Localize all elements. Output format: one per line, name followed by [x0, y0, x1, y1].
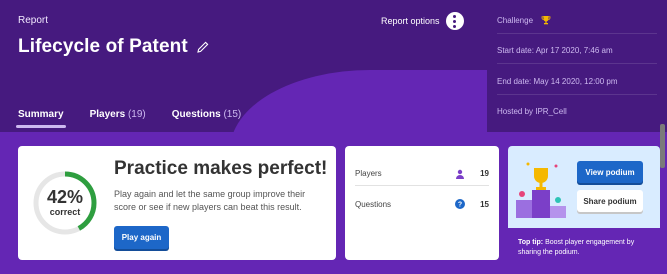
stat-players-label: Players — [355, 169, 382, 178]
share-podium-button[interactable]: Share podium — [577, 190, 643, 212]
podium-icon — [516, 162, 566, 218]
accuracy-headline: Practice makes perfect! — [114, 158, 328, 179]
stat-questions-row: Questions ? 15 — [355, 192, 489, 216]
trophy-icon — [541, 15, 551, 25]
hosted-by: Hosted by IPR_Cell — [497, 107, 567, 116]
scrollbar-thumb[interactable] — [660, 124, 665, 168]
title-row: Lifecycle of Patent — [18, 36, 210, 58]
mode-label: Challenge — [497, 15, 534, 25]
tab-summary-label: Summary — [18, 109, 64, 120]
tab-players[interactable]: Players (19) — [90, 109, 146, 128]
accuracy-label: correct — [49, 207, 81, 217]
accuracy-card: 42% correct Practice makes perfect! Play… — [18, 146, 336, 260]
tab-questions-label: Questions — [171, 109, 221, 120]
gauge-text: 42% correct — [32, 187, 98, 217]
tab-players-label: Players — [89, 109, 126, 120]
stat-players-value: 19 — [480, 169, 489, 178]
stat-questions-value: 15 — [480, 199, 489, 209]
report-info-panel: Challenge Start date: Apr 17 2020, 7:46 … — [487, 0, 667, 132]
person-icon — [455, 169, 465, 179]
svg-text:?: ? — [458, 202, 462, 209]
accuracy-gauge: 42% correct — [32, 162, 102, 244]
page: Report Lifecycle of Patent Report option… — [0, 0, 667, 274]
accuracy-description: Play again and let the same group improv… — [114, 189, 306, 212]
stat-players-row: Players 19 — [355, 162, 489, 186]
end-date: End date: May 14 2020, 12:00 pm — [497, 77, 657, 95]
tab-questions-count: (15) — [223, 109, 242, 120]
stats-card: Players 19 Questions ? 15 — [345, 146, 499, 260]
accuracy-percent: 42% — [46, 187, 84, 207]
podium-tip: Top tip: Boost player engagement by shar… — [518, 238, 658, 258]
podium-card: View podium Share podium Top tip: Boost … — [508, 146, 660, 260]
podium-tip-prefix: Top tip: — [518, 239, 544, 246]
page-title: Lifecycle of Patent — [18, 36, 188, 57]
view-podium-button[interactable]: View podium — [577, 161, 643, 183]
pencil-icon[interactable] — [196, 40, 210, 54]
tab-summary[interactable]: Summary — [16, 109, 66, 128]
play-again-button[interactable]: Play again — [114, 226, 169, 249]
tab-questions[interactable]: Questions (15) — [172, 109, 241, 128]
report-tabs: Summary Players (19) Questions (15) — [16, 102, 241, 128]
kebab-menu-icon[interactable] — [445, 12, 464, 30]
stat-questions-label: Questions — [355, 199, 392, 209]
report-label: Report — [18, 15, 49, 26]
tab-players-count: (19) — [127, 109, 146, 120]
start-date: Start date: Apr 17 2020, 7:46 am — [497, 46, 657, 64]
question-icon: ? — [455, 199, 465, 209]
report-options[interactable]: Report options — [381, 12, 464, 30]
mode-row: Challenge — [497, 15, 657, 34]
podium-illustration: View podium Share podium — [508, 146, 660, 228]
report-options-label: Report options — [381, 16, 440, 26]
